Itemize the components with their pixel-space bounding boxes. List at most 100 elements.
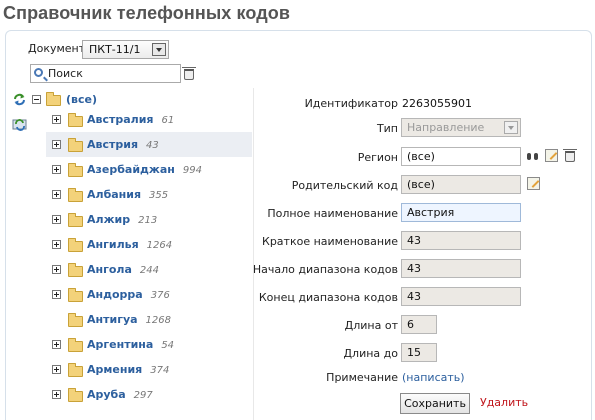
tree-item-label[interactable]: Ангола 244 [87, 263, 159, 276]
expand-toggle-icon[interactable] [52, 190, 61, 199]
tree-item[interactable]: Ангилья 1264 [46, 232, 252, 257]
tree-item-label[interactable]: Андорра 376 [87, 288, 170, 301]
folder-icon [68, 238, 83, 252]
refresh-icon[interactable] [13, 93, 26, 106]
tree-item-name: Алжир [87, 213, 131, 226]
expand-toggle-icon[interactable] [52, 365, 61, 374]
edit-icon[interactable] [545, 149, 558, 162]
tree-item-label[interactable]: Алжир 213 [87, 213, 157, 226]
document-label: Документ [28, 42, 86, 55]
tree-item[interactable]: Андорра 376 [46, 282, 252, 307]
parent-code-label: Родительский код [291, 179, 398, 192]
range-start-value: 43 [407, 262, 421, 275]
length-to-value: 15 [407, 346, 421, 359]
tree-item[interactable]: Аргентина 54 [46, 332, 252, 357]
expand-toggle-icon[interactable] [52, 390, 61, 399]
tree-item-name: Антигуа [87, 313, 138, 326]
folder-icon [68, 338, 83, 352]
tree-item-label[interactable]: Аруба 297 [87, 388, 153, 401]
expand-toggle-icon[interactable] [52, 265, 61, 274]
tree-item-label[interactable]: Армения 374 [87, 363, 169, 376]
trash-icon[interactable] [563, 149, 577, 162]
tree-item-count: 244 [139, 265, 159, 276]
tree-root-label[interactable]: (все) [66, 93, 97, 106]
identifier-label: Идентификатор [304, 97, 398, 110]
tree-item-count: 43 [146, 140, 159, 151]
folder-icon [68, 388, 83, 402]
region-field[interactable]: (все) [401, 147, 521, 166]
expand-toggle-icon[interactable] [52, 290, 61, 299]
length-to-input[interactable]: 15 [401, 343, 437, 362]
tree-item[interactable]: Антигуа 1268 [46, 307, 252, 332]
folder-icon [68, 188, 83, 202]
parent-code-value: (все) [407, 178, 435, 191]
tree-item[interactable]: Армения 374 [46, 357, 252, 382]
expand-toggle-icon[interactable] [52, 140, 61, 149]
tree-item-count: 376 [150, 290, 170, 301]
tree-item-count: 61 [161, 115, 175, 126]
short-name-label: Краткое наименование [262, 235, 398, 248]
range-end-input[interactable]: 43 [401, 287, 521, 306]
tree-item-name: Азербайджан [87, 163, 175, 176]
expand-toggle-icon[interactable] [52, 165, 61, 174]
type-label: Тип [376, 122, 398, 135]
tree-item-count: 1268 [145, 315, 171, 326]
full-name-input[interactable]: Австрия [401, 203, 521, 222]
pane-divider [253, 88, 254, 420]
save-button[interactable]: Сохранить [400, 393, 470, 414]
document-select[interactable]: ПКТ-11/1 [82, 40, 169, 59]
chevron-down-icon[interactable] [504, 121, 518, 134]
full-name-label: Полное наименование [267, 207, 398, 220]
tree-item[interactable]: Австралия 61 [46, 107, 252, 132]
folder-icon [68, 138, 83, 152]
type-select[interactable]: Направление [401, 118, 521, 137]
region-field-value: (все) [407, 150, 435, 163]
tree-item-count: 994 [182, 165, 202, 176]
delete-link[interactable]: Удалить [480, 396, 528, 409]
folder-icon [68, 288, 83, 302]
binoculars-icon[interactable] [527, 151, 538, 160]
length-from-input[interactable]: 6 [401, 315, 437, 334]
tree-item-name: Ангола [87, 263, 132, 276]
tree-item-count: 297 [133, 390, 153, 401]
type-select-value: Направление [407, 121, 485, 134]
expand-toggle-icon[interactable] [52, 115, 61, 124]
trash-icon[interactable] [182, 67, 196, 80]
short-name-input[interactable]: 43 [401, 231, 521, 250]
edit-icon[interactable] [527, 177, 540, 190]
tree-item-count: 374 [150, 365, 170, 376]
tree-item[interactable]: Албания 355 [46, 182, 252, 207]
range-start-input[interactable]: 43 [401, 259, 521, 278]
tree-item[interactable]: Алжир 213 [46, 207, 252, 232]
tree-item-label[interactable]: Аргентина 54 [87, 338, 174, 351]
tree-item[interactable]: Австрия 43 [46, 132, 252, 157]
sync-folder-icon[interactable] [12, 117, 28, 131]
tree-item-label[interactable]: Азербайджан 994 [87, 163, 202, 176]
note-write-link[interactable]: (написать) [402, 371, 465, 384]
tree-item[interactable]: Аруба 297 [46, 382, 252, 407]
tree-item[interactable]: Азербайджан 994 [46, 157, 252, 182]
tree-item-label[interactable]: Албания 355 [87, 188, 168, 201]
expand-toggle-icon[interactable] [52, 340, 61, 349]
length-from-value: 6 [407, 318, 414, 331]
tree-item-label[interactable]: Ангилья 1264 [87, 238, 172, 251]
expand-toggle-icon[interactable] [52, 215, 61, 224]
tree-item-name: Армения [87, 363, 143, 376]
tree-item-label[interactable]: Австрия 43 [87, 138, 159, 151]
tree-item-count: 1264 [146, 240, 173, 251]
parent-code-field[interactable]: (все) [401, 175, 521, 194]
tree-root-collapse-toggle[interactable] [32, 95, 41, 104]
range-end-value: 43 [407, 290, 421, 303]
tree-item[interactable]: Ангола 244 [46, 257, 252, 282]
short-name-value: 43 [407, 234, 421, 247]
tree-item-count: 355 [149, 190, 169, 201]
tree-item-label[interactable]: Австралия 61 [87, 113, 174, 126]
chevron-down-icon[interactable] [152, 43, 166, 56]
expand-toggle-icon[interactable] [52, 240, 61, 249]
tree-item-name: Албания [87, 188, 142, 201]
search-input-text: Поиск [48, 67, 83, 80]
tree-item-name: Аруба [87, 388, 126, 401]
search-input[interactable]: Поиск [30, 64, 181, 83]
tree-item-label[interactable]: Антигуа 1268 [87, 313, 171, 326]
full-name-value: Австрия [407, 206, 455, 219]
